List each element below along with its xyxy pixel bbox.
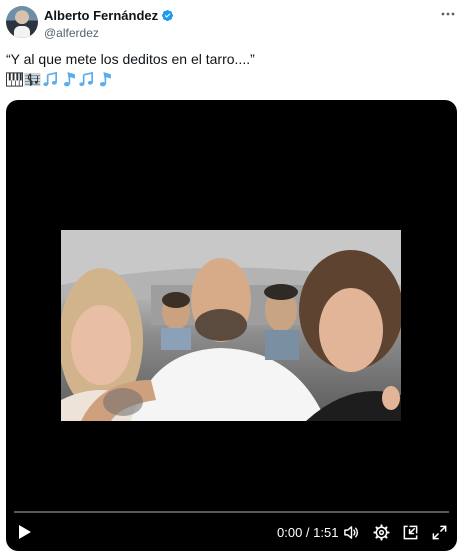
piano-emoji bbox=[6, 71, 23, 87]
musical-note-emoji bbox=[63, 71, 75, 86]
avatar[interactable] bbox=[6, 6, 38, 38]
progress-bar[interactable] bbox=[14, 511, 449, 513]
emoji-line bbox=[6, 70, 113, 88]
video-time: 0:00 / 1:51 bbox=[277, 525, 339, 540]
play-icon[interactable] bbox=[18, 524, 32, 540]
tweet-header: Alberto Fernández @alferdez bbox=[44, 8, 174, 40]
name-row: Alberto Fernández bbox=[44, 8, 174, 23]
more-horizontal-icon[interactable] bbox=[440, 6, 456, 22]
verified-badge-icon bbox=[162, 9, 174, 22]
musical-note-emoji bbox=[99, 71, 111, 86]
video-frame[interactable] bbox=[61, 230, 401, 421]
musical-notes-emoji bbox=[43, 71, 58, 86]
video-still-image bbox=[61, 230, 401, 421]
user-handle[interactable]: @alferdez bbox=[44, 26, 174, 40]
musical-notes-emoji bbox=[79, 71, 94, 86]
video-controls: 0:00 / 1:51 bbox=[6, 520, 457, 546]
settings-icon[interactable] bbox=[373, 524, 390, 541]
tweet-text: “Y al que mete los deditos en el tarro..… bbox=[6, 51, 255, 67]
fullscreen-icon[interactable] bbox=[431, 524, 448, 541]
volume-icon[interactable] bbox=[343, 524, 360, 541]
video-player[interactable]: 0:00 / 1:51 bbox=[6, 100, 457, 551]
display-name[interactable]: Alberto Fernández bbox=[44, 8, 158, 23]
musical-score-emoji bbox=[24, 72, 41, 86]
picture-in-picture-icon[interactable] bbox=[402, 524, 419, 541]
avatar-shirt bbox=[14, 26, 30, 38]
tweet-card: Alberto Fernández @alferdez “Y al que me… bbox=[0, 0, 466, 560]
